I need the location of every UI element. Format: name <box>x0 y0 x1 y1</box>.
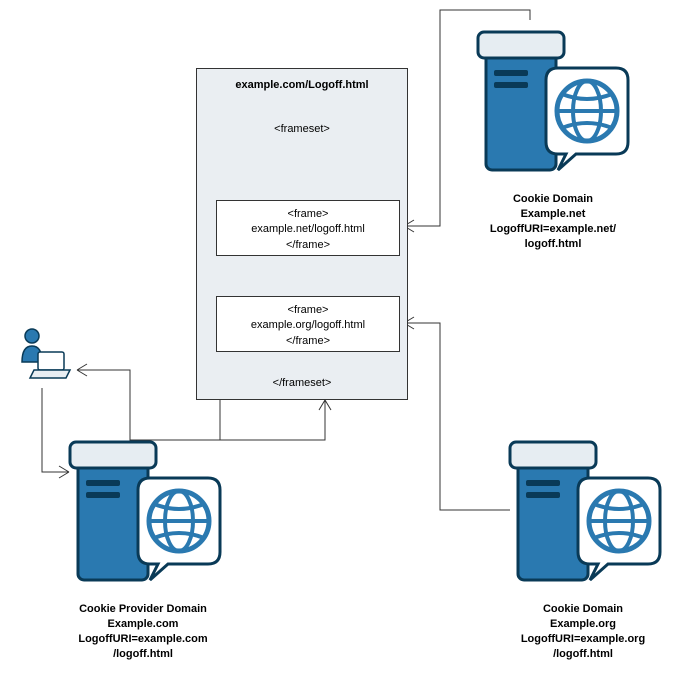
label-br-1: Cookie Domain <box>490 602 676 617</box>
label-tr-4: logoff.html <box>460 237 646 252</box>
server-icon-top-right <box>466 20 636 193</box>
frame1-close: </frame> <box>221 238 395 253</box>
label-br-3: LogoffURI=example.org <box>490 632 676 647</box>
frame1-open: <frame> <box>221 207 395 222</box>
frame2-url: example.org/logoff.html <box>221 318 395 333</box>
frameset-close-tag: </frameset> <box>197 373 407 393</box>
server-icon-bottom-right <box>498 430 668 603</box>
label-br-4: /logoff.html <box>490 647 676 662</box>
frame2-close: </frame> <box>221 334 395 349</box>
label-br-2: Example.org <box>490 617 676 632</box>
frameset-title: example.com/Logoff.html <box>197 69 407 97</box>
frame2-open: <frame> <box>221 303 395 318</box>
server-label-top-right: Cookie Domain Example.net LogoffURI=exam… <box>460 192 646 251</box>
server-icon-bottom-left <box>58 430 228 603</box>
label-bl-2: Example.com <box>50 617 236 632</box>
label-tr-1: Cookie Domain <box>460 192 646 207</box>
server-label-bottom-left: Cookie Provider Domain Example.com Logof… <box>50 602 236 661</box>
server-label-bottom-right: Cookie Domain Example.org LogoffURI=exam… <box>490 602 676 661</box>
label-tr-2: Example.net <box>460 207 646 222</box>
frame-box-1: <frame> example.net/logoff.html </frame> <box>216 200 400 256</box>
label-bl-1: Cookie Provider Domain <box>50 602 236 617</box>
label-tr-3: LogoffURI=example.net/ <box>460 222 646 237</box>
label-bl-3: LogoffURI=example.com <box>50 632 236 647</box>
frame1-url: example.net/logoff.html <box>221 222 395 237</box>
frameset-open-tag: <frameset> <box>197 119 407 139</box>
label-bl-4: /logoff.html <box>50 647 236 662</box>
frame-box-2: <frame> example.org/logoff.html </frame> <box>216 296 400 352</box>
user-icon <box>10 324 80 388</box>
